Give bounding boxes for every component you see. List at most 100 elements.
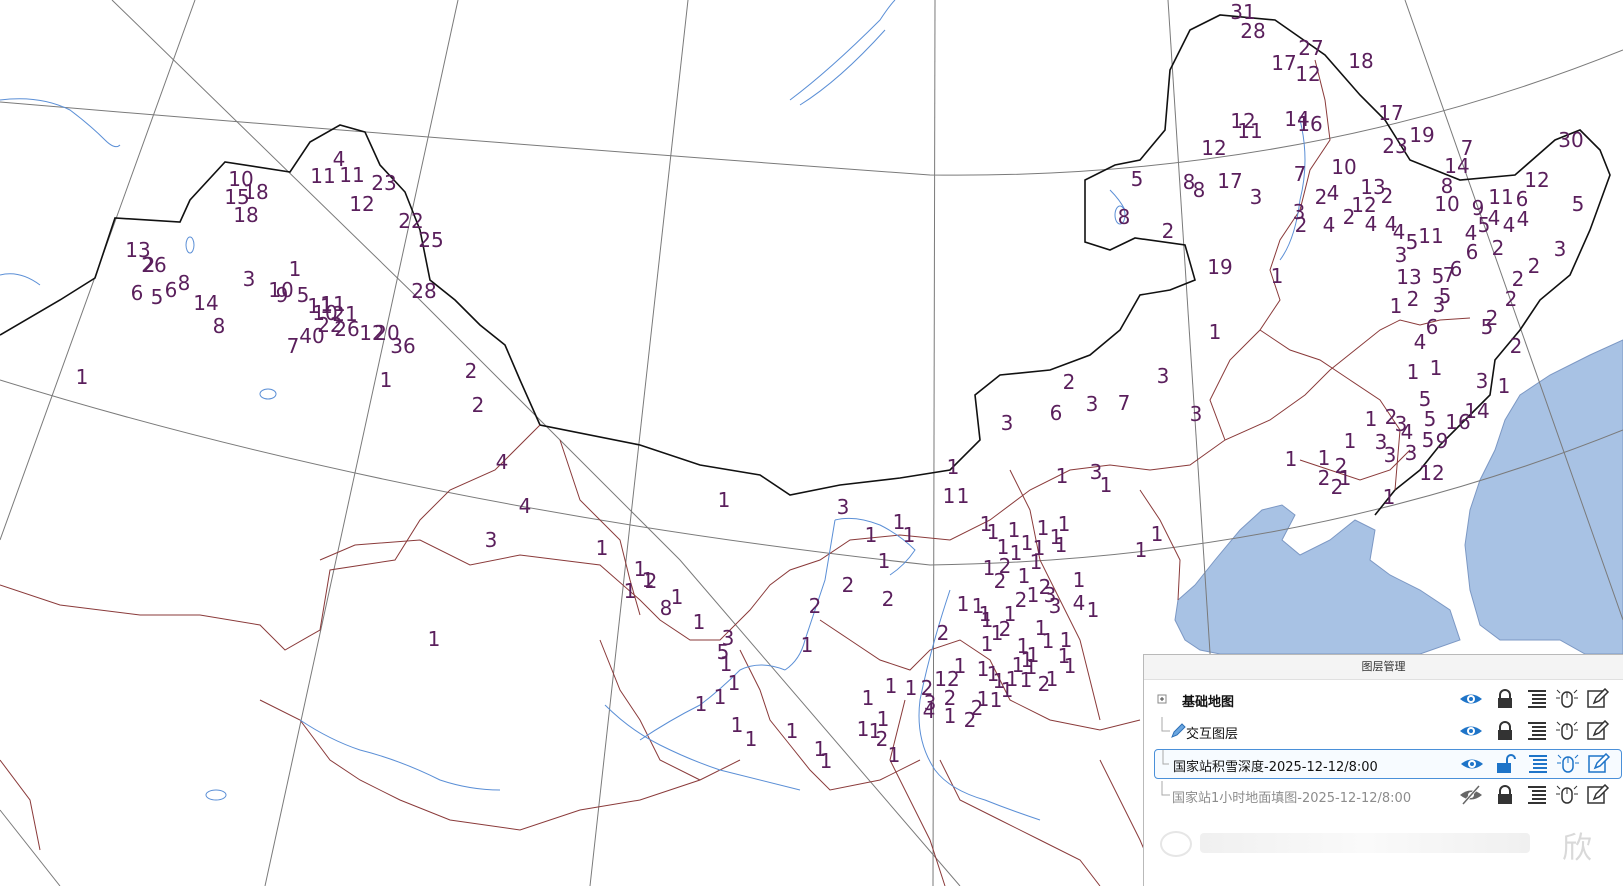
pencil-icon xyxy=(1171,723,1186,738)
snow-depth-label: 11 xyxy=(310,164,335,188)
snow-depth-label: 2 xyxy=(1063,370,1076,394)
snow-depth-label: 9 xyxy=(1436,429,1449,453)
snow-depth-label: 1 xyxy=(1339,466,1352,490)
snow-depth-label: 3 xyxy=(485,528,498,552)
snow-depth-label: 2 xyxy=(1407,287,1420,311)
watermark: 欣 xyxy=(1160,823,1600,866)
edit-icon[interactable] xyxy=(1584,688,1610,710)
layer-name: 基础地图 xyxy=(1182,695,1235,710)
expand-icon[interactable] xyxy=(1156,685,1170,713)
snow-depth-label: 4 xyxy=(519,494,532,518)
snow-depth-label: 2 xyxy=(882,587,895,611)
snow-depth-label: 2 xyxy=(1038,672,1051,696)
layer-row-base-map[interactable]: 基础地图 xyxy=(1156,685,1623,713)
snow-depth-label: 1 xyxy=(865,523,878,547)
snow-depth-label: 11 xyxy=(1237,119,1262,143)
snow-depth-label: 26 xyxy=(334,317,359,341)
snow-depth-label: 14 xyxy=(1464,399,1489,423)
tree-line xyxy=(1161,717,1170,732)
tree-line xyxy=(1162,750,1169,765)
layer-order-icon[interactable] xyxy=(1524,784,1550,806)
layer-row-snow-depth[interactable]: 国家站积雪深度-2025-12-12/8:00 xyxy=(1154,749,1622,779)
snow-depth-label: 1 xyxy=(1151,522,1164,546)
snow-depth-label: 8 xyxy=(1193,178,1206,202)
eye-icon[interactable] xyxy=(1458,688,1484,710)
snow-depth-label: 2 xyxy=(645,569,658,593)
snow-depth-label: 1 xyxy=(1073,568,1086,592)
mouse-interact-icon[interactable] xyxy=(1554,688,1580,710)
eye-hidden-icon[interactable] xyxy=(1458,784,1484,806)
snow-depth-label: 4 xyxy=(496,450,509,474)
snow-depth-label: 7 xyxy=(287,334,300,358)
eye-icon[interactable] xyxy=(1459,753,1485,775)
snow-depth-label: 1 xyxy=(947,455,960,479)
snow-depth-label: 12 xyxy=(1201,136,1226,160)
snow-depth-label: 1 xyxy=(1020,668,1033,692)
mouse-interact-icon[interactable] xyxy=(1554,784,1580,806)
layer-manager-panel[interactable]: 图层管理 基础地图 交互图层 国家站积雪深度-2025-12-12/8:00 国… xyxy=(1143,654,1623,886)
lock-icon[interactable] xyxy=(1492,688,1518,710)
snow-depth-label: 8 xyxy=(213,314,226,338)
lake xyxy=(205,789,227,801)
snow-depth-label: 2 xyxy=(994,569,1007,593)
layer-order-icon[interactable] xyxy=(1524,720,1550,742)
layer-name: 交互图层 xyxy=(1186,727,1239,742)
snow-depth-label: 4 xyxy=(1393,220,1406,244)
snow-depth-label: 3 xyxy=(1190,402,1203,426)
snow-depth-label: 3 xyxy=(1250,185,1263,209)
tree-line xyxy=(1161,781,1170,796)
snow-depth-label: 17 xyxy=(1217,169,1242,193)
snow-depth-label: 8 xyxy=(178,271,191,295)
layer-order-icon[interactable] xyxy=(1525,753,1551,775)
layer-row-interactive[interactable]: 交互图层 xyxy=(1156,717,1623,745)
mouse-interact-icon[interactable] xyxy=(1554,720,1580,742)
eye-icon[interactable] xyxy=(1458,720,1484,742)
snow-depth-label: 1 xyxy=(714,685,727,709)
edit-icon[interactable] xyxy=(1585,753,1611,775)
watermark-text: 欣 xyxy=(1562,831,1592,866)
mouse-interact-icon[interactable] xyxy=(1555,753,1581,775)
snow-depth-label: 2 xyxy=(472,393,485,417)
snow-depth-label: 1 xyxy=(954,654,967,678)
lake xyxy=(259,388,277,400)
edit-icon[interactable] xyxy=(1584,720,1610,742)
snow-depth-label: 4 xyxy=(1517,207,1530,231)
layer-order-icon[interactable] xyxy=(1524,688,1550,710)
panel-title: 图层管理 xyxy=(1144,655,1623,680)
snow-depth-label: 26 xyxy=(141,253,166,277)
snow-depth-label: 3 xyxy=(1001,411,1014,435)
snow-depth-label: 1 xyxy=(1390,294,1403,318)
snow-depth-label: 23 xyxy=(371,171,396,195)
snow-depth-label: 2 xyxy=(1295,213,1308,237)
layer-row-surface-plot[interactable]: 国家站1小时地面填图-2025-12-12/8:00 xyxy=(1156,781,1623,809)
snow-depth-label: 28 xyxy=(411,279,436,303)
unlock-icon[interactable] xyxy=(1493,753,1519,775)
snow-depth-label: 1 xyxy=(1027,643,1040,667)
snow-depth-label: 1 xyxy=(1056,464,1069,488)
snow-depth-label: 3 xyxy=(837,495,850,519)
snow-depth-label: 12 xyxy=(1295,62,1320,86)
snow-depth-label: 1 xyxy=(693,610,706,634)
snow-depth-label: 4 xyxy=(1414,330,1427,354)
snow-depth-label: 6 xyxy=(1050,401,1063,425)
snow-depth-label: 1 xyxy=(1209,320,1222,344)
snow-depth-label: 1 xyxy=(903,523,916,547)
snow-depth-label: 28 xyxy=(1240,19,1265,43)
snow-depth-label: 23 xyxy=(1382,134,1407,158)
snow-depth-label: 4 xyxy=(1323,213,1336,237)
snow-depth-label: 1 xyxy=(695,692,708,716)
lock-icon[interactable] xyxy=(1492,720,1518,742)
snow-depth-label: 2 xyxy=(1315,185,1328,209)
snow-depth-label: 1 xyxy=(1010,541,1023,565)
snow-depth-label: 1 xyxy=(1004,602,1017,626)
edit-icon[interactable] xyxy=(1584,784,1610,806)
snow-depth-label: 12 xyxy=(349,192,374,216)
snow-depth-label: 30 xyxy=(1558,128,1583,152)
layer-name: 国家站积雪深度-2025-12-12/8:00 xyxy=(1173,760,1378,775)
snow-depth-label: 1 xyxy=(957,484,970,508)
snow-depth-label: 2 xyxy=(465,359,478,383)
lock-icon[interactable] xyxy=(1492,784,1518,806)
snow-depth-label: 1 xyxy=(1055,533,1068,557)
snow-depth-label: 1 xyxy=(905,676,918,700)
snow-depth-label: 4 xyxy=(1488,206,1501,230)
